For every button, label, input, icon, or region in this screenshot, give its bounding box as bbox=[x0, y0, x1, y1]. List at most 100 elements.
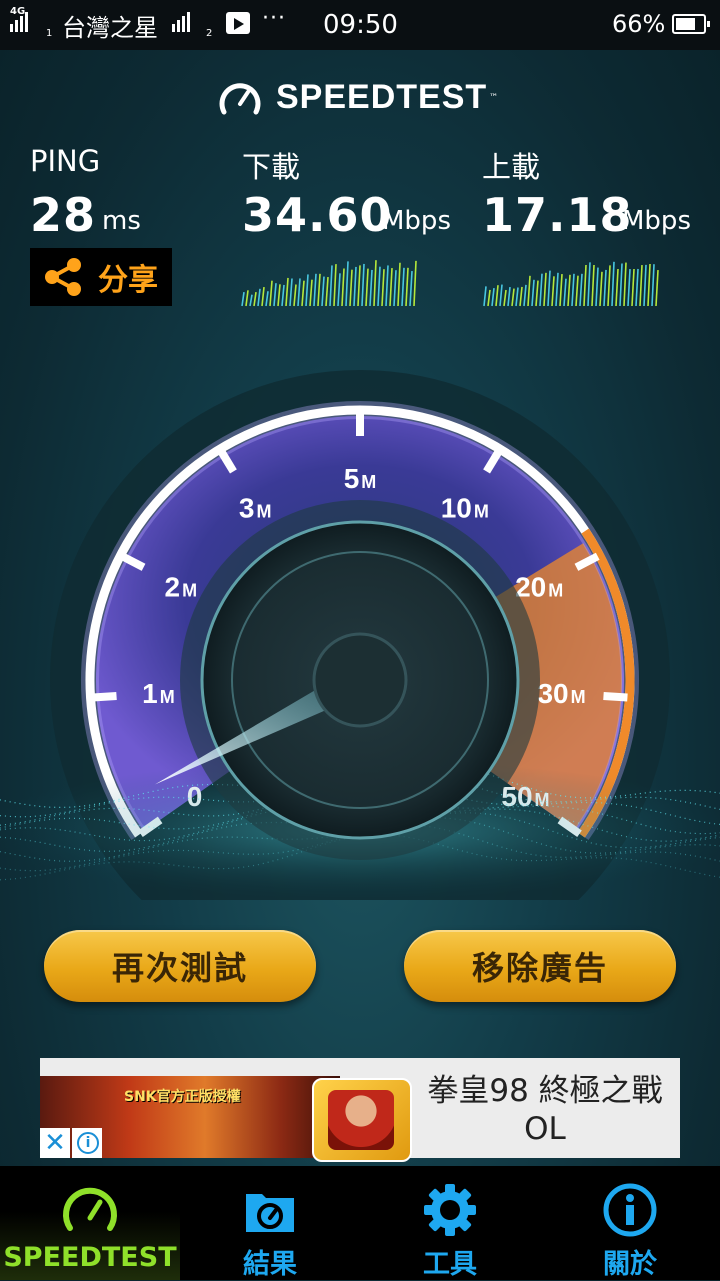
nav-speedtest-label: SPEEDTEST bbox=[3, 1242, 177, 1273]
sparkline-bar bbox=[615, 268, 619, 307]
sparkline-bar bbox=[555, 272, 559, 307]
speedometer-logo-icon bbox=[219, 82, 261, 114]
sparkline-bar bbox=[385, 265, 389, 307]
sparkline-bar bbox=[655, 270, 659, 307]
gauge-center-cap bbox=[312, 632, 408, 728]
sparkline-bar bbox=[559, 274, 563, 307]
sparkline-bar bbox=[261, 287, 265, 307]
gear-icon bbox=[424, 1184, 476, 1236]
ad-info-icon[interactable] bbox=[72, 1128, 102, 1158]
sparkline-bar bbox=[405, 267, 409, 307]
sparkline-bar bbox=[401, 267, 405, 307]
sparkline-bar bbox=[603, 269, 607, 307]
sparkline-bar bbox=[365, 268, 369, 307]
sparkline-bar bbox=[511, 288, 515, 307]
bottom-navigation: SPEEDTEST 結果 工具 關於 bbox=[0, 1166, 720, 1280]
sparkline-bar bbox=[575, 275, 579, 307]
sparkline-bar bbox=[381, 269, 385, 307]
sparkline-bar bbox=[277, 284, 281, 307]
ping-value: 28 bbox=[30, 188, 97, 242]
logo-trademark: ™ bbox=[489, 92, 499, 103]
ping-unit: ms bbox=[102, 206, 141, 236]
download-label: 下載 bbox=[242, 150, 301, 184]
sparkline-bar bbox=[539, 273, 543, 307]
sparkline-bar bbox=[515, 287, 519, 307]
sparkline-bar bbox=[611, 261, 615, 307]
sparkline-bar bbox=[253, 292, 257, 307]
ping-label: PING bbox=[30, 144, 101, 178]
sparkline-bar bbox=[523, 284, 527, 307]
nav-tools-label: 工具 bbox=[423, 1249, 477, 1280]
sparkline-bar bbox=[285, 277, 289, 307]
sparkline-bar bbox=[623, 262, 627, 307]
sparkline-bar bbox=[595, 267, 599, 307]
share-label: 分享 bbox=[98, 263, 158, 298]
nav-about-label: 關於 bbox=[603, 1249, 657, 1280]
sparkline-bar bbox=[507, 286, 511, 307]
ad-close-icon[interactable]: ✕ bbox=[40, 1128, 70, 1158]
sparkline-bar bbox=[353, 266, 357, 307]
nav-tools[interactable]: 工具 bbox=[360, 1166, 540, 1280]
sparkline-bar bbox=[289, 278, 293, 307]
upload-sparkline bbox=[483, 261, 659, 307]
battery-percent: 66% bbox=[612, 10, 666, 38]
sparkline-bar bbox=[563, 278, 567, 307]
sparkline-bar bbox=[527, 275, 531, 307]
store-notification-icon bbox=[226, 12, 250, 34]
sparkline-bar bbox=[357, 265, 361, 307]
sparkline-bar bbox=[397, 262, 401, 307]
share-button[interactable]: 分享 bbox=[30, 248, 172, 306]
sparkline-bar bbox=[265, 291, 269, 307]
nav-speedtest[interactable]: SPEEDTEST bbox=[0, 1166, 180, 1280]
more-notifications: ··· bbox=[262, 6, 286, 31]
remove-ads-button[interactable]: 移除廣告 bbox=[404, 930, 676, 1002]
ad-banner-text: SNK官方正版授權 bbox=[124, 1089, 241, 1105]
sparkline-bar bbox=[571, 273, 575, 307]
sparkline-bar bbox=[257, 288, 261, 307]
sparkline-bar bbox=[341, 268, 345, 307]
ad-banner[interactable]: SNK官方正版授權 拳皇98 終極之戰 OL ✕ bbox=[40, 1058, 680, 1162]
info-icon bbox=[603, 1183, 657, 1237]
sparkline-bar bbox=[591, 264, 595, 307]
ad-app-icon[interactable] bbox=[312, 1078, 412, 1162]
sparkline-bar bbox=[583, 264, 587, 307]
sim2-label: 2 bbox=[206, 28, 213, 39]
sparkline-bar bbox=[297, 278, 301, 307]
download-value: 34.60 bbox=[242, 188, 393, 242]
sparkline-bar bbox=[409, 270, 413, 307]
sparkline-bar bbox=[543, 272, 547, 307]
upload-value: 17.18 bbox=[482, 188, 633, 242]
sparkline-bar bbox=[389, 267, 393, 307]
nav-results[interactable]: 結果 bbox=[180, 1166, 360, 1280]
sparkline-bar bbox=[547, 270, 551, 307]
sparkline-bar bbox=[245, 290, 249, 307]
sparkline-bar bbox=[567, 274, 571, 307]
sparkline-bar bbox=[531, 279, 535, 307]
sparkline-bar bbox=[249, 294, 253, 307]
download-unit: Mbps bbox=[382, 206, 451, 236]
sparkline-bar bbox=[293, 284, 297, 307]
sparkline-bar bbox=[651, 264, 655, 307]
retest-button[interactable]: 再次測試 bbox=[44, 930, 316, 1002]
sparkline-bar bbox=[301, 280, 305, 307]
sparkline-bar bbox=[503, 289, 507, 307]
sparkline-bar bbox=[309, 279, 313, 307]
speedometer-icon bbox=[63, 1187, 117, 1231]
retest-button-label: 再次測試 bbox=[111, 949, 248, 987]
download-sparkline bbox=[241, 260, 417, 307]
battery-icon bbox=[672, 14, 710, 34]
nav-about[interactable]: 關於 bbox=[540, 1166, 720, 1280]
sim1-label: 1 bbox=[46, 28, 53, 39]
sparkline-bar bbox=[551, 276, 555, 307]
sparkline-bar bbox=[487, 289, 491, 307]
sparkline-bar bbox=[627, 268, 631, 307]
sparkline-bar bbox=[643, 264, 647, 307]
sparkline-bar bbox=[241, 292, 245, 307]
upload-unit: Mbps bbox=[622, 206, 691, 236]
sparkline-bar bbox=[519, 286, 523, 307]
sparkline-bar bbox=[321, 276, 325, 307]
sparkline-bar bbox=[377, 266, 381, 307]
sparkline-bar bbox=[639, 265, 643, 307]
ad-title[interactable]: 拳皇98 終極之戰 OL bbox=[410, 1072, 680, 1148]
upload-label: 上載 bbox=[482, 150, 541, 184]
